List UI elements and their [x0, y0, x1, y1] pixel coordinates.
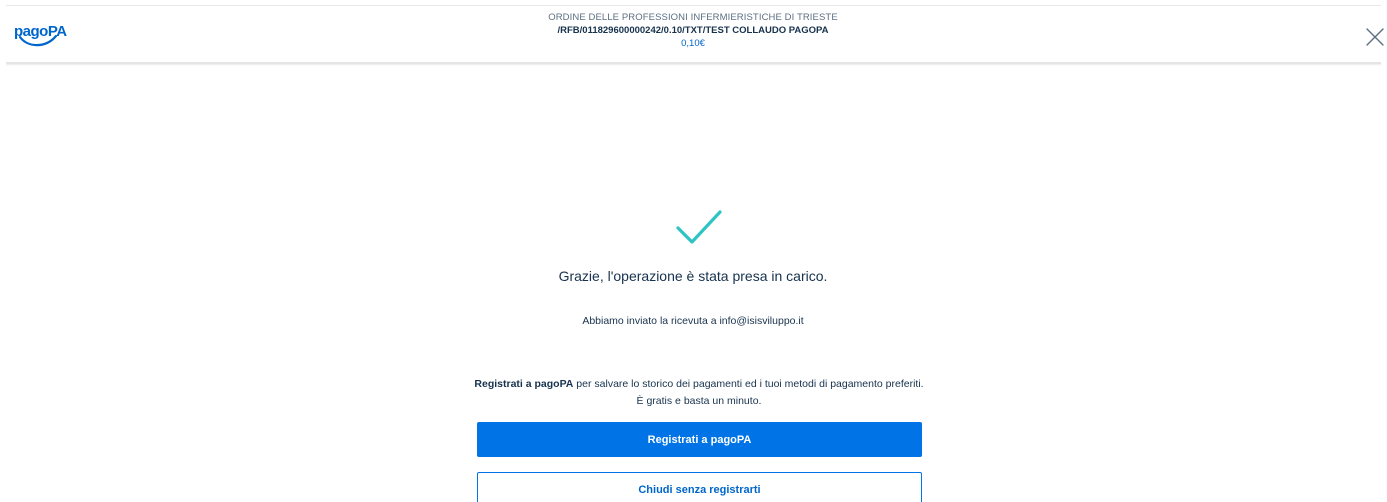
close-icon	[1366, 28, 1384, 46]
checkmark-icon	[676, 210, 722, 244]
register-invitation-bold: Registrati a pagoPA	[474, 378, 574, 390]
receipt-message: Abbiamo inviato la ricevuta a info@isisv…	[582, 315, 804, 327]
register-button[interactable]: Registrati a pagoPA	[477, 422, 922, 457]
pagopa-logo: pagoPA	[14, 24, 67, 48]
payment-causale: /RFB/011829600000242/0.10/TXT/TEST COLLA…	[557, 25, 829, 36]
header: pagoPA ORDINE DELLE PROFESSIONI INFERMIE…	[0, 0, 1387, 66]
logo-swoosh-icon	[18, 34, 58, 47]
header-divider	[6, 62, 1381, 66]
close-button[interactable]	[1364, 26, 1386, 48]
payment-result-page: pagoPA ORDINE DELLE PROFESSIONI INFERMIE…	[0, 0, 1387, 502]
payment-summary: ORDINE DELLE PROFESSIONI INFERMIERISTICH…	[443, 12, 943, 50]
register-invitation: Registrati a pagoPA per salvare lo stori…	[473, 376, 925, 410]
organization-name: ORDINE DELLE PROFESSIONI INFERMIERISTICH…	[548, 12, 838, 23]
close-without-register-button[interactable]: Chiudi senza registrarti	[477, 472, 922, 502]
payment-amount: 0,10€	[681, 38, 705, 49]
register-invitation-rest: per salvare lo storico dei pagamenti ed …	[573, 378, 924, 407]
result-title: Grazie, l'operazione è stata presa in ca…	[558, 268, 828, 284]
